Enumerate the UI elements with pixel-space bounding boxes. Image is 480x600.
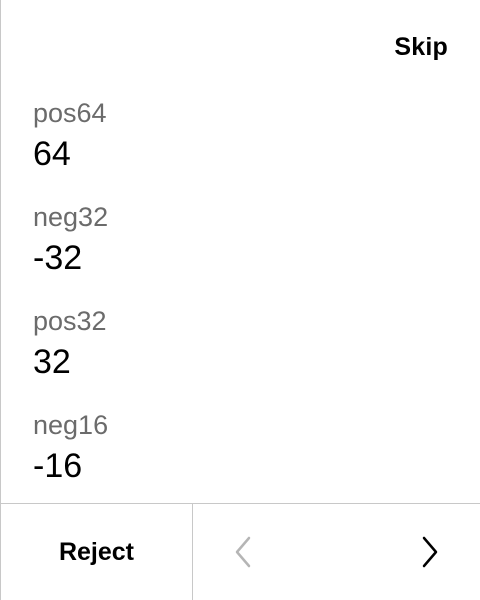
field-label: neg32 <box>33 202 109 232</box>
field-list: pos64 64 neg32 -32 pos32 32 neg16 -16 <box>33 96 453 512</box>
field-neg32: neg32 -32 <box>33 200 453 304</box>
chevron-right-icon <box>422 536 438 568</box>
field-label: neg16 <box>33 410 109 440</box>
field-pos32: pos32 32 <box>33 304 453 408</box>
field-value: 32 <box>33 343 71 381</box>
chevron-left-icon <box>235 536 251 568</box>
field-value: -16 <box>33 447 83 485</box>
field-neg16: neg16 -16 <box>33 408 453 512</box>
skip-button[interactable]: Skip <box>394 30 448 64</box>
field-label: pos64 <box>33 98 107 128</box>
field-label: pos32 <box>33 306 107 336</box>
previous-button[interactable] <box>213 504 273 600</box>
field-value: -32 <box>33 239 83 277</box>
bottom-bar: Reject <box>1 503 480 600</box>
next-button[interactable] <box>400 504 460 600</box>
reject-button[interactable]: Reject <box>1 504 193 600</box>
field-value: 64 <box>33 135 71 173</box>
field-pos64: pos64 64 <box>33 96 453 200</box>
navigation-area <box>193 504 480 600</box>
screen: Skip pos64 64 neg32 -32 pos32 32 neg16 -… <box>0 0 480 600</box>
